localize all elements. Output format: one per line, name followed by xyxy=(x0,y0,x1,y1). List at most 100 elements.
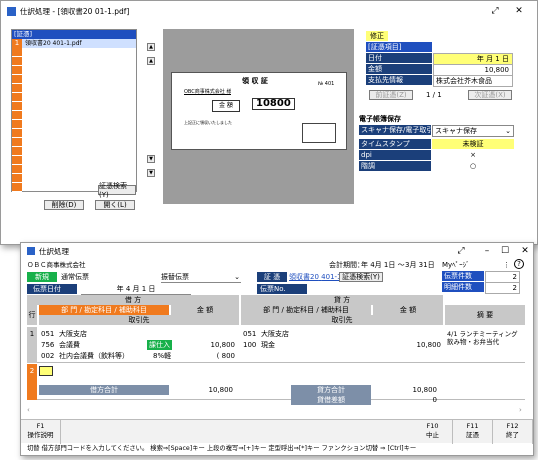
f12-key-text: 終了 xyxy=(506,431,519,439)
credit-partner-header: 取引先 xyxy=(241,315,443,325)
storage-title: 電子帳簿保存 xyxy=(359,115,401,123)
receipt-amount-label: 金 額 xyxy=(212,100,240,112)
move-up-button[interactable]: ▲ xyxy=(147,43,155,51)
dpi-value: × xyxy=(470,151,476,159)
expand-icon[interactable]: ⤢ xyxy=(449,243,473,259)
active-input[interactable] xyxy=(39,366,53,376)
row-number: 1 xyxy=(27,327,37,363)
debit-amount[interactable]: 10,800 xyxy=(187,340,236,350)
table-row[interactable]: 1 051 大阪支店 756 会議費 課仕入 10,800 002 社内会議費（… xyxy=(27,327,525,363)
evidence-search-button[interactable]: 証憑検索(Y) xyxy=(339,272,383,282)
date-label: 日付 xyxy=(366,53,432,63)
expand-icon[interactable]: ⤢ xyxy=(483,1,507,21)
timestamp-label: タイムスタンプ xyxy=(359,139,431,149)
credit-total-label: 貸方合計 xyxy=(291,385,371,395)
color-label: 階調 xyxy=(359,161,431,171)
receipt-preview[interactable]: 領 収 証 № 401 OBC商事株式会社 様 金 額 10800 上記正に領収… xyxy=(163,29,354,204)
row-number: 2 xyxy=(27,364,37,400)
evidence-label: 証 憑 xyxy=(257,272,287,282)
front-window: 仕訳処理 ⤢ – ☐ ✕ ＯＢＣ商事株式会社 会計期間： 年 4月 1日 〜 3… xyxy=(20,242,534,456)
debit-sub-name: 社内会議費（飲料等） xyxy=(59,352,129,360)
transfer-select[interactable]: 振替伝票 ⌄ xyxy=(161,272,241,283)
company-stamp-image xyxy=(302,123,336,143)
prev-evidence-button[interactable]: 前証憑(Z) xyxy=(369,90,413,100)
summary-header: 摘 要 xyxy=(445,305,525,325)
payee-label: 支払先情報 xyxy=(366,75,432,85)
credit-account-name: 現金 xyxy=(261,341,275,349)
f10-key-text: 中止 xyxy=(426,431,439,439)
mypage-button[interactable]: Myﾍﾟｰｼﾞ xyxy=(442,260,470,270)
dpi-label: dpi xyxy=(359,150,431,160)
f1-key-label: F1 xyxy=(36,422,45,430)
period-end: 3月 31日 xyxy=(405,261,435,269)
chevron-down-icon: ⌄ xyxy=(234,273,240,281)
chevron-down-icon: ⌄ xyxy=(505,127,511,135)
scroll-right-icon[interactable]: › xyxy=(519,405,522,415)
scroll-down-button[interactable]: ▼ xyxy=(147,155,155,163)
function-key-bar: F1 操作説明 F10 中止 F11 証憑 F12 終了 xyxy=(21,419,533,444)
diff-label: 貸借差額 xyxy=(291,395,371,405)
move-down-button[interactable]: ▲ xyxy=(147,57,155,65)
f10-key[interactable]: F10 中止 xyxy=(413,420,453,444)
list-item[interactable]: 1 領収書20 401-1.pdf xyxy=(12,39,136,48)
delete-button[interactable]: 削除(D) xyxy=(44,200,84,210)
diff-value: 0 xyxy=(432,396,437,404)
debit-account-name: 会議費 xyxy=(59,341,80,349)
f11-key[interactable]: F11 証憑 xyxy=(453,420,493,444)
debit-dept-code[interactable]: 051 xyxy=(41,329,54,339)
back-window-title: 仕訳処理 - [領収書20 01-1.pdf] xyxy=(20,6,130,16)
f12-key[interactable]: F12 終了 xyxy=(493,420,533,444)
evidence-search-button[interactable]: 証憑検索(Y) xyxy=(98,182,136,199)
receipt-to: OBC商事株式会社 様 xyxy=(184,89,232,95)
list-empty-rows xyxy=(12,48,22,192)
receipt-amount: 10800 xyxy=(252,98,295,110)
scan-select[interactable]: スキャナ保存 ⌄ xyxy=(432,125,514,137)
slip-type[interactable]: 通常伝票 xyxy=(61,272,131,282)
credit-dept-header: 部 門 / 勘定科目 / 補助科目 xyxy=(241,305,371,315)
list-item-number: 1 xyxy=(12,39,22,48)
credit-dept-code[interactable]: 051 xyxy=(243,329,256,339)
detail-count-label: 明細件数 xyxy=(442,282,484,292)
debit-sub-code[interactable]: 002 xyxy=(41,351,54,361)
scroll-bottom-button[interactable]: ▼ xyxy=(147,169,155,177)
debit-dept-header: 部 門 / 勘定科目 / 補助科目 xyxy=(39,305,169,315)
color-value: ○ xyxy=(469,162,477,170)
evidence-list[interactable]: [証憑] 1 領収書20 401-1.pdf xyxy=(11,29,137,192)
f1-key[interactable]: F1 操作説明 xyxy=(21,420,61,444)
row-header: 行 xyxy=(27,305,37,325)
credit-header: 貸 方 xyxy=(241,295,443,305)
amount-label: 金額 xyxy=(366,64,432,74)
open-button[interactable]: 開く(L) xyxy=(95,200,135,210)
receipt-note: 上記正に領収いたしました xyxy=(184,120,232,125)
credit-amount[interactable]: 10,800 xyxy=(393,340,442,350)
more-icon[interactable]: ⋮ xyxy=(503,260,510,270)
f11-key-text: 証憑 xyxy=(466,431,479,439)
summary-text[interactable]: 4/1 ランチミーティング 飲み物・お弁当代 xyxy=(447,330,525,346)
next-evidence-button[interactable]: 次証憑(X) xyxy=(468,90,512,100)
slip-date-field[interactable]: 年 4 月 1 日 xyxy=(81,284,191,295)
evidence-page: 1 / 1 xyxy=(426,91,442,99)
payee-field[interactable]: 株式会社芥木食品 xyxy=(433,75,513,87)
correction-badge: 修正 xyxy=(366,31,388,41)
detail-count: 2 xyxy=(485,282,520,294)
close-icon[interactable]: ✕ xyxy=(513,243,537,259)
tax-badge: 課仕入 xyxy=(147,340,172,350)
close-icon[interactable]: ✕ xyxy=(507,1,531,21)
front-window-title: 仕訳処理 xyxy=(39,246,69,256)
scroll-left-icon[interactable]: ‹ xyxy=(27,405,30,415)
credit-dept-name: 大阪支店 xyxy=(261,330,289,338)
debit-header: 借 方 xyxy=(27,295,239,305)
credit-amount-header: 金 額 xyxy=(373,305,443,315)
slip-date-label: 伝票日付 xyxy=(27,284,77,294)
f1-key-text: 操作説明 xyxy=(27,431,54,439)
debit-account-code[interactable]: 756 xyxy=(41,340,54,350)
help-icon[interactable]: ? xyxy=(514,259,524,269)
side-section-header: [証憑項目] xyxy=(366,42,432,52)
app-icon xyxy=(7,6,16,16)
debit-partner-header: 取引先 xyxy=(39,315,239,325)
scan-label: スキャナ保存/電子取引 xyxy=(359,125,431,135)
credit-account-code[interactable]: 100 xyxy=(243,340,256,350)
evidence-value-1: 領収書20 xyxy=(289,273,319,281)
back-window: 仕訳処理 - [領収書20 01-1.pdf] ⤢ ✕ [証憑] 1 領収書20… xyxy=(0,0,538,245)
evidence-link[interactable]: 領収書20 401-1 xyxy=(289,272,342,282)
